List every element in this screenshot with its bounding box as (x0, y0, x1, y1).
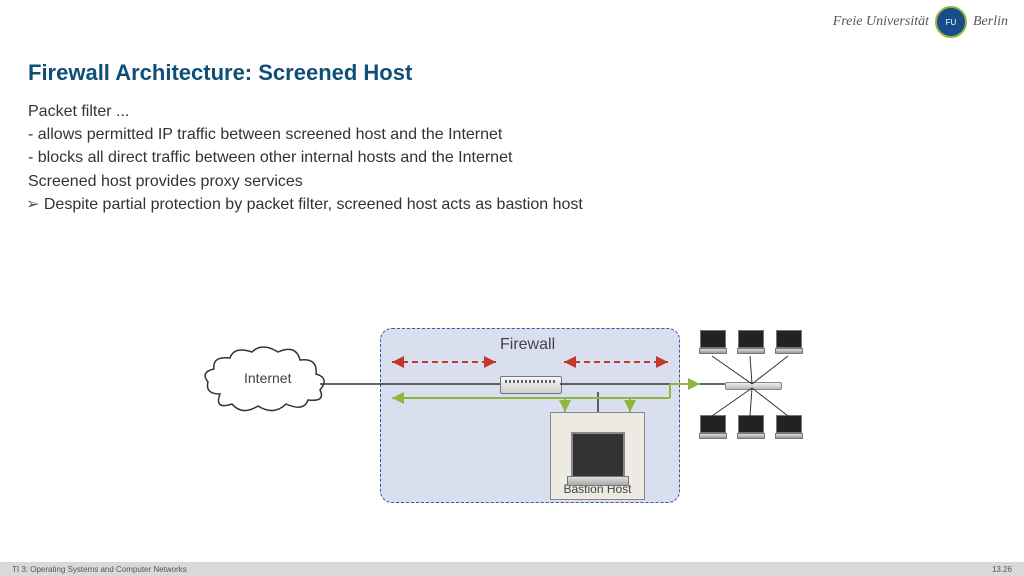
packet-filter-router-icon (500, 376, 562, 394)
bullet-1: allows permitted IP traffic between scre… (28, 123, 583, 146)
bastion-computer-icon (571, 432, 625, 478)
client-pc-icon (700, 330, 724, 352)
bullet-4: Despite partial protection by packet fil… (28, 193, 583, 216)
client-pc-icon (738, 330, 762, 352)
bullet-3: Screened host provides proxy services (28, 170, 583, 193)
footer: TI 3: Operating Systems and Computer Net… (0, 562, 1024, 576)
bullet-intro: Packet filter ... (28, 100, 583, 123)
client-pc-icon (776, 415, 800, 437)
university-logo: Freie Universität FU Berlin (833, 6, 1008, 38)
diagram: Firewall Internet Bastion Host (200, 320, 840, 510)
bullet-2: blocks all direct traffic between other … (28, 146, 583, 169)
firewall-label: Firewall (500, 336, 555, 354)
bastion-host: Bastion Host (550, 412, 645, 500)
body-text: Packet filter ... allows permitted IP tr… (28, 100, 583, 216)
slide-title: Firewall Architecture: Screened Host (28, 60, 412, 86)
lan-switch-icon (725, 382, 782, 390)
internet-label: Internet (244, 370, 291, 386)
logo-text-left: Freie Universität (833, 14, 929, 30)
client-pc-icon (776, 330, 800, 352)
logo-text-right: Berlin (973, 14, 1008, 30)
seal-icon: FU (935, 6, 967, 38)
footer-left: TI 3: Operating Systems and Computer Net… (12, 565, 187, 574)
client-pc-icon (700, 415, 724, 437)
client-pc-icon (738, 415, 762, 437)
footer-right: 13.26 (992, 565, 1012, 574)
